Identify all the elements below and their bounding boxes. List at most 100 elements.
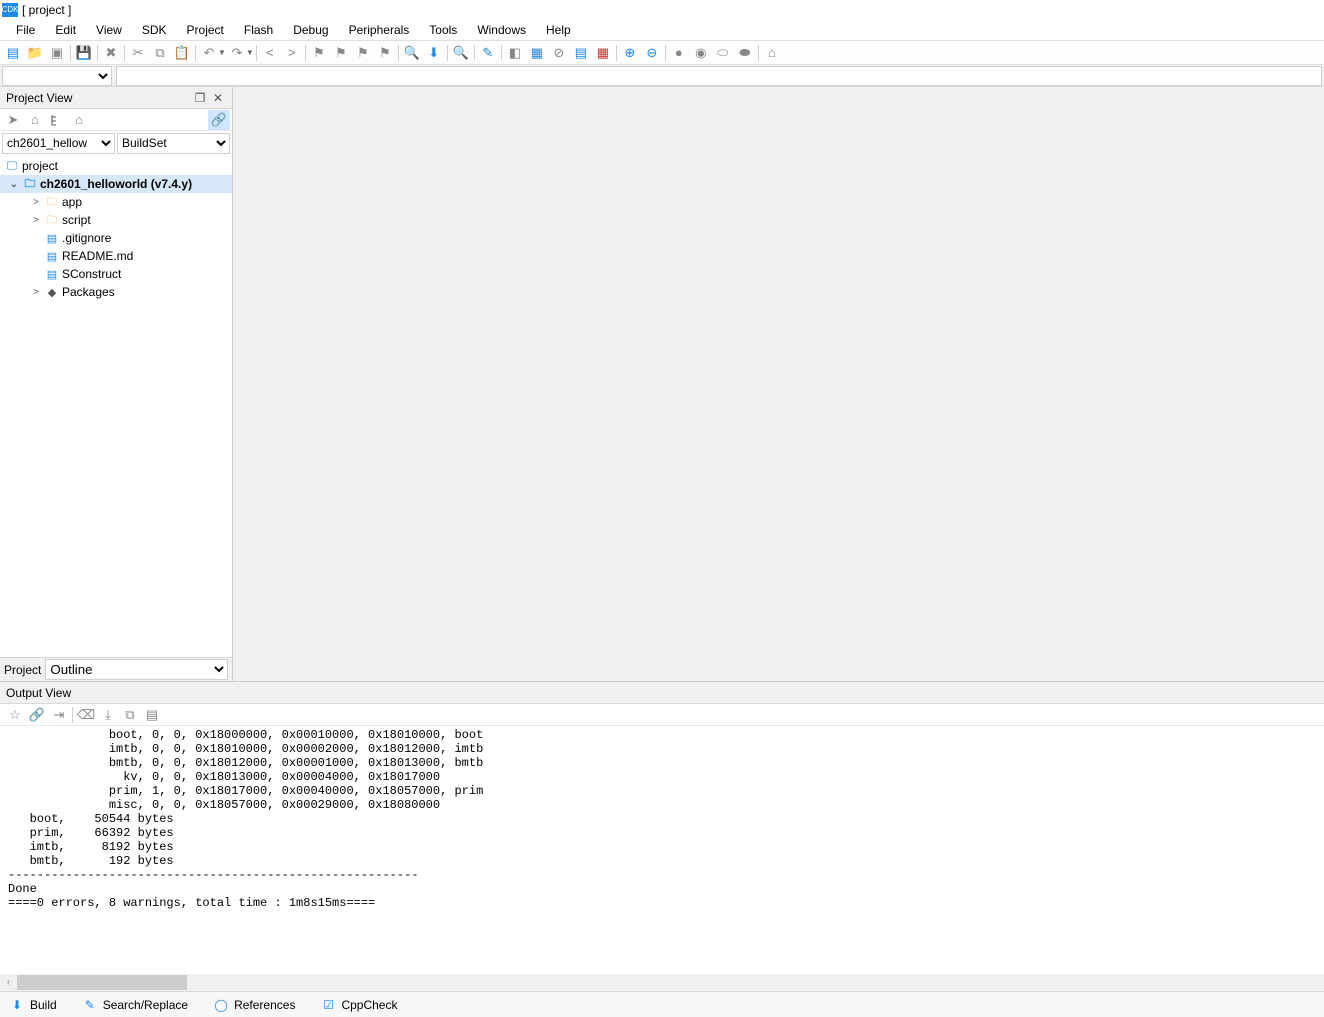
menu-windows[interactable]: Windows	[467, 20, 536, 40]
copy-output-icon[interactable]: ⧉	[119, 705, 141, 725]
unlink-icon[interactable]: ⬬	[734, 43, 756, 63]
output-text[interactable]: boot, 0, 0, 0x18000000, 0x00010000, 0x18…	[0, 726, 1324, 974]
main-toolbar: ▤ 📁 ▣ 💾 ✖ ✂ ⧉ 📋 ↶▼ ↷▼ < > ⚑ ⚑ ⚑ ⚑ 🔍 ⬇ 🔍 …	[0, 41, 1324, 65]
menu-help[interactable]: Help	[536, 20, 581, 40]
tree-item[interactable]: >◆Packages	[0, 283, 232, 301]
output-view-title: Output View	[6, 686, 71, 700]
save-icon[interactable]: 💾	[73, 43, 95, 63]
sub-toolbar	[0, 65, 1324, 87]
back-icon[interactable]: <	[259, 43, 281, 63]
home-icon[interactable]: ⌂	[761, 43, 783, 63]
zoom-in-icon[interactable]: ⊕	[619, 43, 641, 63]
erase-icon[interactable]: ▦	[592, 43, 614, 63]
redo-icon[interactable]: ↷	[226, 43, 248, 63]
scroll-left-icon[interactable]: ‹	[0, 974, 17, 991]
cut-icon[interactable]: ✂	[127, 43, 149, 63]
bookmark-toggle-icon[interactable]: ⚑	[308, 43, 330, 63]
close-panel-icon[interactable]: ✕	[210, 90, 226, 106]
select-all-icon[interactable]: ▤	[141, 705, 163, 725]
project-view-header: Project View ❐ ✕	[0, 87, 232, 109]
tree-item-label: app	[62, 195, 82, 209]
circle-icon: ◯	[214, 998, 228, 1012]
tree-project-node[interactable]: ⌄ 🗀 ch2601_helloworld (v7.4.y)	[0, 175, 232, 193]
menu-peripherals[interactable]: Peripherals	[339, 20, 420, 40]
flash-icon[interactable]: ▦	[526, 43, 548, 63]
project-tree[interactable]: 🖵 project ⌄ 🗀 ch2601_helloworld (v7.4.y)…	[0, 155, 232, 657]
menu-sdk[interactable]: SDK	[132, 20, 177, 40]
project-view-iconbar: ➤ ⌂ ⌂ 🔗	[0, 109, 232, 131]
bookmark-next-icon[interactable]: ⚑	[352, 43, 374, 63]
download-icon[interactable]: ⬇	[423, 43, 445, 63]
forward-icon[interactable]: >	[281, 43, 303, 63]
settings-flash-icon[interactable]: ▤	[570, 43, 592, 63]
cube-icon[interactable]: ◧	[504, 43, 526, 63]
paste-icon[interactable]: 📋	[171, 43, 193, 63]
open-folder-icon[interactable]: 📁	[24, 43, 46, 63]
close-file-icon[interactable]: ▣	[46, 43, 68, 63]
search-icon[interactable]: 🔍	[401, 43, 423, 63]
expression-input[interactable]	[116, 66, 1322, 86]
home2-icon[interactable]: ⌂	[68, 110, 90, 130]
bookmark-clear-icon[interactable]: ⚑	[374, 43, 396, 63]
undo-dropdown-icon[interactable]: ▼	[218, 48, 226, 57]
buildset-select[interactable]: BuildSet	[117, 133, 230, 154]
export-icon[interactable]: ⤓	[97, 705, 119, 725]
context-combo[interactable]	[2, 66, 112, 86]
tab-cppcheck[interactable]: ☑ CppCheck	[315, 995, 403, 1015]
menu-file[interactable]: File	[6, 20, 45, 40]
collapse-icon[interactable]: ⌄	[8, 179, 20, 190]
tree-item-label: script	[62, 213, 91, 227]
window-title: [ project ]	[22, 3, 71, 17]
menu-edit[interactable]: Edit	[45, 20, 86, 40]
disk2-icon[interactable]: ◉	[690, 43, 712, 63]
wrap-icon[interactable]: ⇥	[48, 705, 70, 725]
copy-icon[interactable]: ⧉	[149, 43, 171, 63]
menu-tools[interactable]: Tools	[419, 20, 467, 40]
search-project-icon[interactable]: 🔍	[450, 43, 472, 63]
expand-icon[interactable]: >	[30, 215, 42, 226]
link-icon[interactable]: ⬭	[712, 43, 734, 63]
disk1-icon[interactable]: ●	[668, 43, 690, 63]
tree-item[interactable]: ▤.gitignore	[0, 229, 232, 247]
close-icon[interactable]: ✖	[100, 43, 122, 63]
tree-item[interactable]: ▤README.md	[0, 247, 232, 265]
tree-item[interactable]: >🗀app	[0, 193, 232, 211]
separator	[501, 45, 502, 61]
undo-icon[interactable]: ↶	[198, 43, 220, 63]
restore-icon[interactable]: ❐	[192, 90, 208, 106]
bookmark-prev-icon[interactable]: ⚑	[330, 43, 352, 63]
scroll-thumb[interactable]	[17, 975, 187, 990]
redo-dropdown-icon[interactable]: ▼	[246, 48, 254, 57]
tree-icon[interactable]	[46, 110, 68, 130]
home-icon[interactable]: ⌂	[24, 110, 46, 130]
menu-flash[interactable]: Flash	[234, 20, 283, 40]
expand-icon[interactable]: >	[30, 287, 42, 298]
expand-icon[interactable]: >	[30, 197, 42, 208]
output-view-header: Output View	[0, 682, 1324, 704]
new-file-icon[interactable]: ▤	[2, 43, 24, 63]
link-icon[interactable]: 🔗	[26, 705, 48, 725]
wand-icon[interactable]: ✎	[477, 43, 499, 63]
tab-references[interactable]: ◯ References	[208, 995, 301, 1015]
tree-item[interactable]: ▤SConstruct	[0, 265, 232, 283]
monitor-icon: 🖵	[4, 158, 20, 174]
check-icon: ☑	[321, 998, 335, 1012]
tab-build[interactable]: ⬇ Build	[4, 995, 63, 1015]
link-editor-icon[interactable]: 🔗	[208, 110, 230, 130]
tab-search[interactable]: ✎ Search/Replace	[77, 995, 194, 1015]
menu-debug[interactable]: Debug	[283, 20, 338, 40]
star-icon[interactable]: ☆	[4, 705, 26, 725]
menu-project[interactable]: Project	[177, 20, 234, 40]
target-select[interactable]: ch2601_hellow	[2, 133, 115, 154]
locate-icon[interactable]: ➤	[2, 110, 24, 130]
tab-search-label: Search/Replace	[103, 998, 188, 1012]
package-icon: ◆	[44, 284, 60, 300]
zoom-out-icon[interactable]: ⊖	[641, 43, 663, 63]
output-scrollbar[interactable]: ‹	[0, 974, 1324, 991]
outline-select[interactable]: Outline	[45, 659, 228, 680]
tree-item[interactable]: >🗀script	[0, 211, 232, 229]
menu-view[interactable]: View	[86, 20, 132, 40]
stop-flash-icon[interactable]: ⊘	[548, 43, 570, 63]
clear-icon[interactable]: ⌫	[75, 705, 97, 725]
tree-root[interactable]: 🖵 project	[0, 157, 232, 175]
